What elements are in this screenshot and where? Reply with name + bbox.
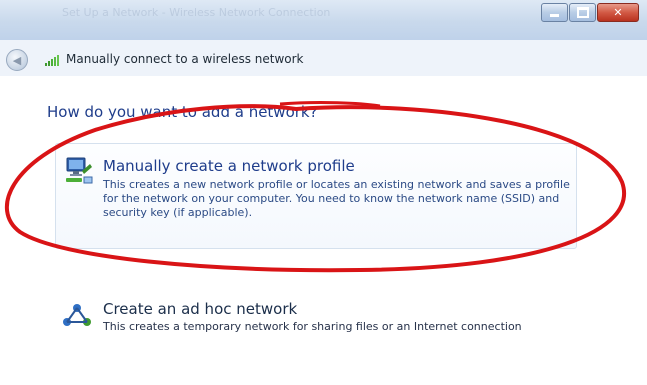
page-title: Manually connect to a wireless network — [66, 52, 304, 66]
maximize-button[interactable] — [569, 3, 596, 22]
page-heading: How do you want to add a network? — [47, 103, 318, 121]
option-title[interactable]: Create an ad hoc network — [103, 300, 297, 318]
window-controls: ✕ — [541, 3, 639, 22]
option-title[interactable]: Manually create a network profile — [103, 157, 355, 175]
nav-bar: ◀ Manually connect to a wireless network — [0, 40, 647, 76]
back-arrow-icon: ◀ — [12, 53, 22, 67]
minimize-icon — [550, 14, 559, 17]
option-description: This creates a temporary network for sha… — [103, 320, 522, 333]
window-title: Set Up a Network - Wireless Network Conn… — [62, 6, 331, 19]
network-computer-icon — [66, 157, 93, 184]
close-button[interactable]: ✕ — [597, 3, 639, 22]
title-bar: Set Up a Network - Wireless Network Conn… — [0, 0, 647, 41]
wireless-signal-icon — [45, 55, 59, 66]
adhoc-network-icon — [63, 304, 91, 326]
close-icon: ✕ — [613, 6, 623, 19]
back-button[interactable]: ◀ — [6, 49, 28, 71]
minimize-button[interactable] — [541, 3, 568, 22]
maximize-icon — [576, 7, 589, 18]
option-description: This creates a new network profile or lo… — [103, 178, 570, 219]
